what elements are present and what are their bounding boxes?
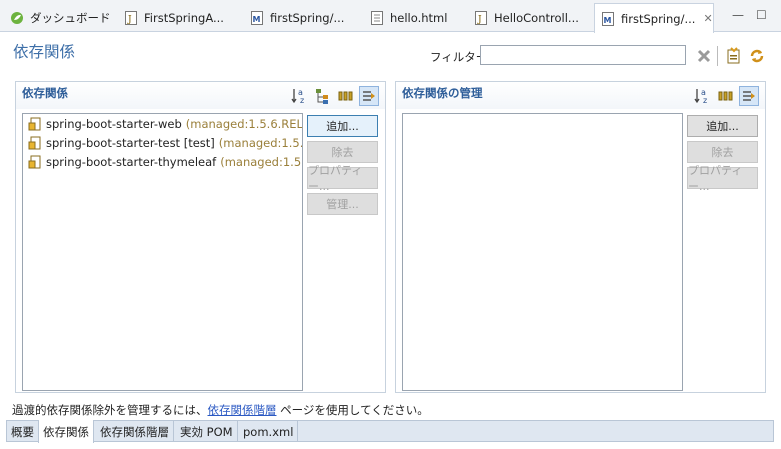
filter-managed-icon[interactable] [359, 86, 379, 106]
filter-input[interactable] [480, 45, 686, 65]
tab-pom-xml[interactable]: pom.xml [239, 421, 299, 442]
refresh-icon[interactable] [748, 47, 766, 65]
filter-managed-icon[interactable] [739, 86, 759, 106]
section-header: 依存関係の管理 az [396, 82, 765, 109]
clear-filter-icon[interactable] [695, 47, 713, 65]
tab-pom-active[interactable]: M firstSpring/... ✕ [594, 3, 714, 33]
svg-text:M: M [253, 15, 261, 24]
sort-alpha-icon[interactable]: az [693, 86, 713, 106]
dependencies-list[interactable]: spring-boot-starter-web (managed:1.5.6.R… [22, 113, 303, 391]
add-dependency-button[interactable]: 追加... [307, 115, 378, 137]
java-file-icon: J [124, 11, 138, 25]
tab-effective-pom[interactable]: 実効 POM [176, 421, 238, 442]
section-header: 依存関係 az [16, 82, 385, 109]
tab-label: firstSpring/... [270, 11, 345, 25]
maven-pom-icon: M [601, 11, 615, 26]
page-title: 依存関係 [13, 43, 76, 61]
jar-dependency-icon [28, 136, 42, 150]
close-icon[interactable]: ✕ [703, 12, 712, 25]
dependency-properties-button[interactable]: プロパティー... [307, 164, 378, 193]
remove-dependency-button[interactable]: 除去 [307, 141, 378, 163]
toolbar-separator [717, 46, 718, 66]
tab-hello-html[interactable]: hello.html [364, 4, 464, 32]
hint-text: ページを使用してください。 [276, 403, 429, 417]
show-columns-icon[interactable] [716, 86, 736, 106]
svg-text:J: J [127, 15, 132, 25]
tab-label: hello.html [390, 11, 448, 25]
svg-text:M: M [604, 16, 612, 25]
spring-dashboard-icon [10, 11, 24, 25]
tab-label: ダッシュボード [30, 11, 111, 25]
dependency-management-list[interactable] [402, 113, 683, 391]
list-item[interactable]: spring-boot-starter-test [test] (managed… [23, 133, 302, 152]
tab-dependencies[interactable]: 依存関係 [38, 420, 94, 443]
tab-hellocontroller[interactable]: J HelloControll... [468, 4, 586, 32]
dependency-name: spring-boot-starter-thymeleaf [46, 154, 217, 169]
tab-overview[interactable]: 概要 [7, 421, 39, 442]
maven-pom-icon: M [250, 11, 264, 25]
tab-label: FirstSpringA... [144, 11, 224, 25]
svg-text:z: z [300, 96, 304, 105]
dependencies-section: 依存関係 az spring-boot-starter-web (managed… [15, 81, 386, 393]
tab-firstspringapplication[interactable]: J FirstSpringA... [118, 4, 230, 32]
show-groupid-icon[interactable] [313, 86, 333, 106]
tab-label: HelloControll... [494, 11, 579, 25]
show-columns-icon[interactable] [336, 86, 356, 106]
dependency-managed-version: (managed:1.5.6.REL [218, 135, 303, 150]
add-managed-dependency-button[interactable]: 追加... [687, 115, 758, 137]
svg-text:z: z [703, 96, 707, 105]
open-pom-icon[interactable] [725, 47, 743, 65]
section-title: 依存関係の管理 [402, 86, 483, 100]
exclusion-hint: 過渡的依存関係除外を管理するには、依存関係階層 ページを使用してください。 [12, 402, 429, 418]
dependency-management-section: 依存関係の管理 az 追加... 除去 プロパティー... [395, 81, 766, 393]
minimize-icon[interactable]: — [732, 8, 744, 22]
jar-dependency-icon [28, 117, 42, 131]
tab-dashboard[interactable]: ダッシュボード [4, 4, 112, 32]
dependency-hierarchy-link[interactable]: 依存関係階層 [208, 403, 277, 417]
list-item[interactable]: spring-boot-starter-web (managed:1.5.6.R… [23, 114, 302, 133]
tab-dependency-hierarchy[interactable]: 依存関係階層 [96, 421, 174, 442]
dependency-managed-version: (managed:1.5.6.RE [220, 154, 302, 169]
maximize-icon[interactable]: ☐ [756, 8, 767, 22]
dependency-managed-version: (managed:1.5.6.RELEASE [185, 116, 303, 131]
java-file-icon: J [474, 11, 488, 25]
section-title: 依存関係 [22, 86, 68, 100]
html-file-icon [370, 11, 384, 25]
sort-alpha-icon[interactable]: az [290, 86, 310, 106]
manage-dependency-button[interactable]: 管理... [307, 193, 378, 215]
tab-pom-1[interactable]: M firstSpring/... [244, 4, 354, 32]
jar-dependency-icon [28, 155, 42, 169]
remove-managed-dependency-button[interactable]: 除去 [687, 141, 758, 163]
pom-editor-page-tabs: 概要 依存関係 依存関係階層 実効 POM pom.xml [6, 420, 774, 443]
list-item[interactable]: spring-boot-starter-thymeleaf (managed:1… [23, 152, 302, 171]
editor-tab-bar: ダッシュボード J FirstSpringA... M firstSpring/… [0, 0, 781, 33]
hint-text: 過渡的依存関係除外を管理するには、 [12, 403, 208, 417]
tab-label: firstSpring/... [621, 11, 696, 26]
svg-text:J: J [477, 15, 482, 25]
dependency-name: spring-boot-starter-test [test] [46, 135, 215, 150]
dependency-name: spring-boot-starter-web [46, 116, 182, 131]
managed-dependency-properties-button[interactable]: プロパティー... [687, 164, 758, 193]
